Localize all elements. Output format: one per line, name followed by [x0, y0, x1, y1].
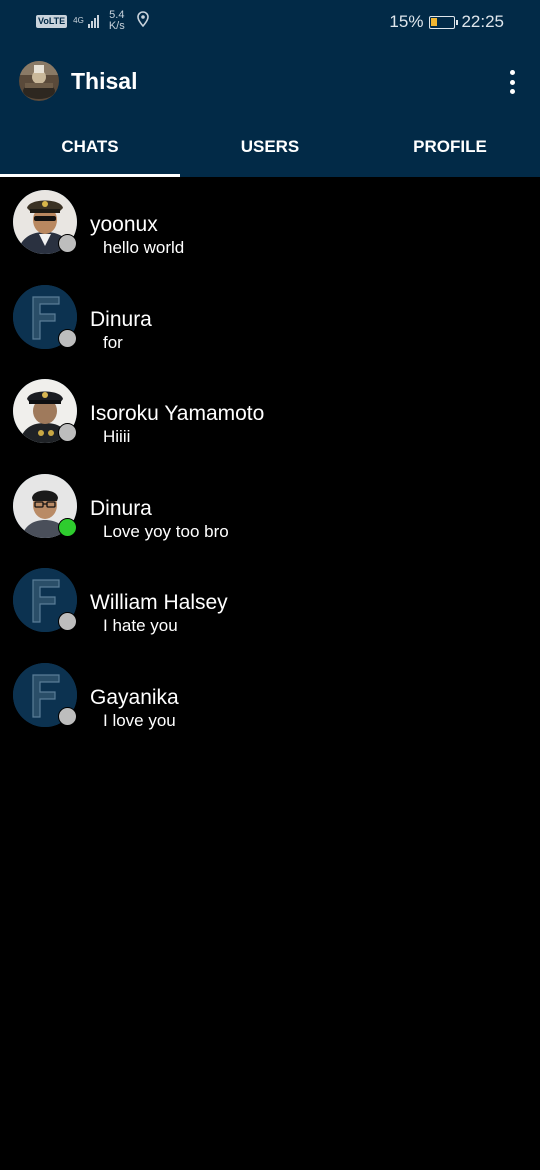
status-indicator-offline [58, 612, 77, 632]
battery-icon [429, 15, 459, 29]
contact-name: yoonux [90, 213, 158, 236]
network-type: 4G [73, 16, 84, 25]
status-left: VoLTE 4G 5.4 K/s [36, 10, 149, 32]
last-message: hello world [103, 238, 185, 257]
tab-profile[interactable]: PROFILE [360, 118, 540, 177]
data-speed: 5.4 K/s [109, 10, 125, 32]
contact-name: Gayanika [90, 685, 179, 709]
volte-indicator: VoLTE [36, 14, 68, 28]
profile-avatar[interactable] [19, 61, 59, 101]
app-header: VoLTE 4G 5.4 K/s 15% 22:25 Thisal CHATS … [0, 0, 540, 177]
last-message: for [103, 332, 123, 352]
network-indicator: 4G [73, 17, 84, 25]
status-right: 15% 22:25 [389, 12, 504, 32]
chat-item[interactable]: Isoroku Yamamoto Hiiii [0, 366, 540, 461]
contact-name: Dinura [90, 307, 152, 331]
tab-users[interactable]: USERS [180, 118, 360, 177]
tab-chats[interactable]: CHATS [0, 118, 180, 177]
contact-name: Dinura [90, 496, 152, 520]
chat-item[interactable]: Dinura for [0, 272, 540, 367]
battery-percent: 15% [389, 12, 424, 31]
location-icon [136, 10, 149, 32]
status-indicator-offline [58, 328, 77, 348]
toolbar: Thisal [0, 44, 540, 118]
status-indicator-online [58, 517, 77, 537]
chat-list: yoonux hello world Dinura for Isoroku Ya… [0, 177, 540, 745]
app-title: Thisal [71, 68, 138, 94]
status-indicator-offline [58, 234, 77, 253]
clock: 22:25 [461, 12, 504, 31]
speed-unit: K/s [108, 20, 125, 32]
chat-item[interactable]: Dinura Love yoy too bro [0, 461, 540, 556]
last-message: I hate you [103, 616, 178, 636]
last-message: Hiiii [103, 427, 131, 447]
last-message: Love yoy too bro [103, 521, 229, 541]
overflow-menu-icon[interactable] [504, 66, 520, 98]
status-indicator-offline [58, 423, 77, 443]
chat-item[interactable]: William Halsey I hate you [0, 555, 540, 650]
chat-item[interactable]: Gayanika I love you [0, 650, 540, 745]
signal-icon [87, 14, 99, 28]
status-indicator-offline [58, 706, 77, 726]
last-message: I love you [103, 710, 176, 730]
tab-bar: CHATS USERS PROFILE [0, 118, 540, 177]
contact-name: William Halsey [90, 591, 228, 615]
chat-item[interactable]: yoonux hello world [0, 177, 540, 272]
status-bar: VoLTE 4G 5.4 K/s 15% 22:25 [0, 0, 540, 44]
contact-name: Isoroku Yamamoto [90, 402, 265, 426]
